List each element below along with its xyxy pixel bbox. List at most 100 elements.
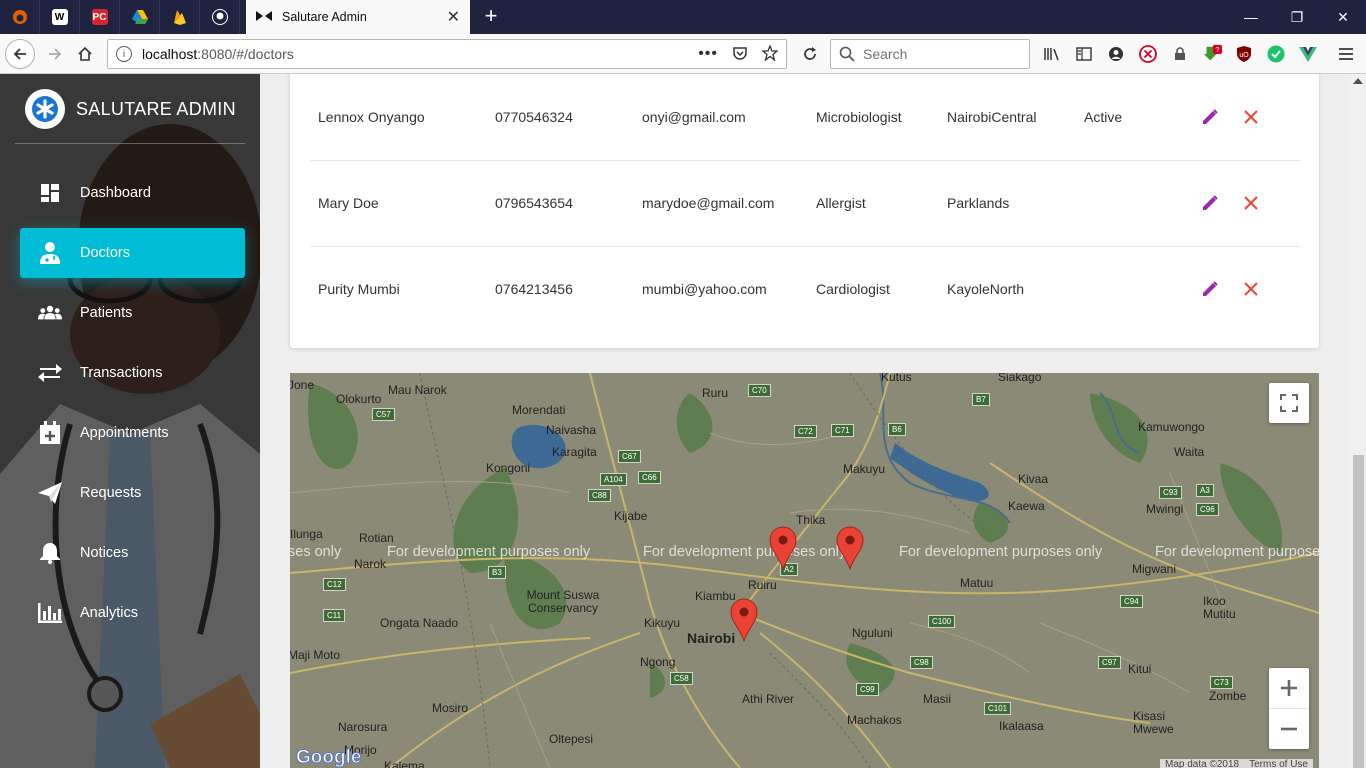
road-badge: C88 bbox=[588, 489, 611, 502]
doctor-location: KayoleNorth bbox=[947, 281, 1025, 297]
map-marker-pin-icon[interactable] bbox=[769, 526, 797, 570]
map-place-label: Rotian bbox=[359, 531, 394, 545]
minimize-window-button[interactable]: — bbox=[1228, 0, 1274, 34]
tab-favicon bbox=[256, 8, 272, 26]
ublock-icon[interactable]: uO bbox=[1234, 44, 1254, 64]
url-bar[interactable]: i localhost:8080/#/doctors ••• bbox=[107, 39, 787, 69]
road-badge: C97 bbox=[1098, 656, 1121, 669]
zoom-in-button[interactable] bbox=[1269, 669, 1309, 709]
home-button[interactable] bbox=[70, 39, 100, 69]
sidebar-item-dashboard[interactable]: Dashboard bbox=[20, 168, 245, 218]
scrollbar-thumb[interactable] bbox=[1353, 455, 1364, 768]
google-drive-icon bbox=[131, 9, 148, 25]
map-place-label: Olokurto bbox=[336, 392, 382, 406]
map-view[interactable]: Jone Mau Narok Olokurto Morendati Naivas… bbox=[290, 373, 1319, 768]
edit-icon[interactable] bbox=[1200, 193, 1220, 213]
tab-close-icon[interactable]: ✕ bbox=[447, 7, 460, 27]
sidebar-item-analytics[interactable]: Analytics bbox=[20, 588, 245, 638]
delete-icon[interactable] bbox=[1241, 107, 1261, 127]
sidebar-item-patients[interactable]: Patients bbox=[20, 288, 245, 338]
vue-devtools-icon[interactable] bbox=[1298, 44, 1318, 64]
sidebar-item-label: Requests bbox=[80, 485, 142, 501]
road-badge: C96 bbox=[1196, 503, 1219, 516]
pinned-tab-wikipedia[interactable]: W bbox=[40, 0, 80, 34]
delete-icon[interactable] bbox=[1241, 193, 1261, 213]
pcgamer-icon: PC bbox=[91, 9, 108, 25]
table-row: Mary Doe 0796543654 marydoe@gmail.com Al… bbox=[310, 160, 1300, 246]
pocket-icon[interactable] bbox=[732, 45, 748, 64]
back-button[interactable] bbox=[5, 39, 35, 69]
brand[interactable]: SALUTARE ADMIN bbox=[25, 89, 236, 129]
edit-icon[interactable] bbox=[1200, 279, 1220, 299]
bell-icon bbox=[38, 541, 62, 565]
terms-link[interactable]: Terms of Use bbox=[1249, 759, 1308, 768]
doctor-email: mumbi@yahoo.com bbox=[642, 281, 767, 297]
map-place-label: Kitui bbox=[1128, 662, 1152, 676]
page-actions-icon[interactable]: ••• bbox=[698, 45, 718, 63]
plus-icon bbox=[1281, 680, 1297, 696]
library-icon[interactable] bbox=[1042, 44, 1062, 64]
doctor-email: marydoe@gmail.com bbox=[642, 195, 775, 211]
lock-extension-icon[interactable] bbox=[1170, 44, 1190, 64]
sidebar-item-label: Analytics bbox=[80, 605, 139, 621]
close-window-button[interactable]: ✕ bbox=[1320, 0, 1366, 34]
restore-window-button[interactable]: ❐ bbox=[1274, 0, 1320, 34]
map-place-label: Karagita bbox=[552, 445, 597, 459]
zoom-out-button[interactable] bbox=[1269, 709, 1309, 749]
doctor-location: NairobiCentral bbox=[947, 109, 1037, 125]
sidebar-item-notices[interactable]: Notices bbox=[20, 528, 245, 578]
active-browser-tab[interactable]: Salutare Admin ✕ bbox=[246, 0, 470, 34]
map-place-label: Mosiro bbox=[432, 701, 469, 715]
sidebar-item-doctors[interactable]: Doctors bbox=[20, 228, 245, 278]
info-icon[interactable]: i bbox=[116, 46, 132, 62]
road-badge: C99 bbox=[856, 683, 879, 696]
search-bar[interactable]: Search bbox=[830, 39, 1030, 69]
dev-watermark: For development purpose bbox=[1155, 544, 1319, 560]
map-marker-pin-icon[interactable] bbox=[836, 526, 864, 570]
pinned-tab-github[interactable] bbox=[200, 0, 240, 34]
pinned-tab-drive[interactable] bbox=[120, 0, 160, 34]
sidebar-item-appointments[interactable]: Appointments bbox=[20, 408, 245, 458]
map-place-label: Jone bbox=[290, 378, 315, 392]
road-badge: C93 bbox=[1159, 486, 1182, 499]
fullscreen-icon bbox=[1280, 394, 1298, 412]
pinned-tab-firebase[interactable] bbox=[160, 0, 200, 34]
delete-icon[interactable] bbox=[1241, 279, 1261, 299]
sidebar-item-transactions[interactable]: Transactions bbox=[20, 348, 245, 398]
menu-icon[interactable] bbox=[1336, 44, 1356, 64]
reload-button[interactable] bbox=[795, 39, 825, 69]
github-icon bbox=[211, 9, 228, 25]
sidebar-toggle-icon[interactable] bbox=[1074, 44, 1094, 64]
map-place-label: Kutus bbox=[881, 373, 912, 384]
bar-chart-icon bbox=[38, 601, 62, 625]
page-scrollbar[interactable] bbox=[1350, 74, 1366, 768]
account-icon[interactable] bbox=[1106, 44, 1126, 64]
brand-divider bbox=[15, 143, 245, 144]
bookmark-star-icon[interactable] bbox=[761, 43, 779, 64]
doctor-name: Lennox Onyango bbox=[318, 109, 425, 125]
sidebar-item-label: Doctors bbox=[80, 245, 130, 261]
url-host: localhost bbox=[142, 46, 198, 62]
edit-icon[interactable] bbox=[1200, 107, 1220, 127]
scroll-up-arrow-icon[interactable] bbox=[1353, 78, 1363, 84]
pinned-tab-firefox[interactable] bbox=[0, 0, 40, 34]
map-place-label: Nairobi bbox=[687, 630, 736, 646]
sidebar-item-label: Patients bbox=[80, 305, 133, 321]
map-place-label: Masii bbox=[923, 692, 952, 706]
check-extension-icon[interactable] bbox=[1266, 44, 1286, 64]
doctor-phone: 0764213456 bbox=[495, 281, 573, 297]
forward-button[interactable] bbox=[40, 39, 70, 69]
sidebar-item-requests[interactable]: Requests bbox=[20, 468, 245, 518]
send-icon bbox=[38, 481, 62, 505]
pinned-tab-pcgamer[interactable]: PC bbox=[80, 0, 120, 34]
search-icon bbox=[839, 46, 855, 62]
road-badge: C100 bbox=[928, 615, 956, 628]
google-logo: Google bbox=[295, 747, 362, 768]
road-badge: C101 bbox=[984, 702, 1012, 715]
download-extension-icon[interactable]: ? bbox=[1202, 44, 1222, 64]
map-marker-pin-icon[interactable] bbox=[730, 598, 758, 642]
doctor-phone: 0770546324 bbox=[495, 109, 573, 125]
blocker-extension-icon[interactable] bbox=[1138, 44, 1158, 64]
new-tab-button[interactable]: + bbox=[478, 4, 504, 30]
fullscreen-button[interactable] bbox=[1269, 383, 1309, 423]
